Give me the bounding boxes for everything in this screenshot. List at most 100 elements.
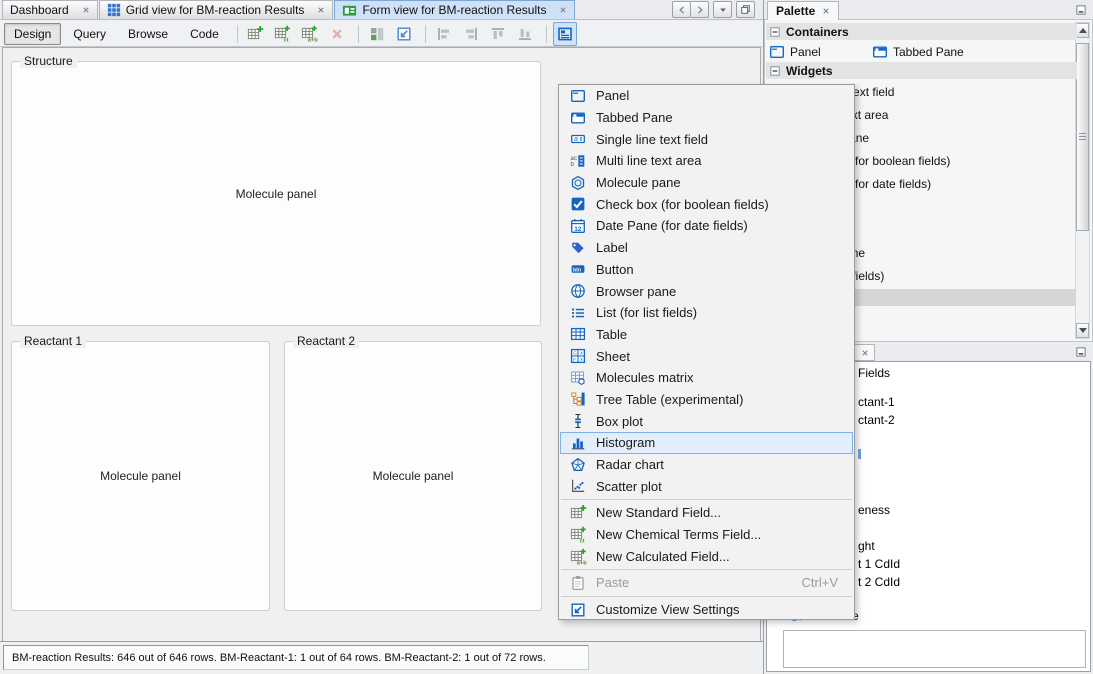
palette-item-tabbed-pane[interactable]: Tabbed Pane: [872, 41, 964, 62]
menu-item-label: Panel: [596, 88, 629, 103]
toolbar-button-query[interactable]: Query: [63, 23, 116, 45]
close-icon[interactable]: [861, 349, 869, 357]
scroll-up-button[interactable]: [1076, 23, 1089, 38]
toolbar-form-widget-button[interactable]: [553, 22, 577, 46]
tree-item-fragment[interactable]: t 2 CdId: [858, 575, 900, 589]
minimize-button[interactable]: [1074, 345, 1088, 359]
panel-placeholder-text: Molecule panel: [12, 342, 269, 610]
customize-view-settings-icon: [396, 26, 412, 42]
tab-scroll-buttons: [672, 1, 709, 18]
arrow-up-icon: [1079, 28, 1087, 33]
paste-icon: [569, 574, 587, 591]
menu-item-molecule-pane[interactable]: Molecule pane: [560, 172, 853, 194]
menu-separator: [561, 499, 852, 500]
close-icon[interactable]: [82, 6, 90, 14]
toolbar-separator: [546, 25, 547, 43]
form-view-icon: [342, 3, 357, 18]
menu-item-label: Box plot: [596, 414, 643, 429]
palette-section-widgets[interactable]: Widgets: [766, 62, 1077, 79]
palette-section-containers[interactable]: Containers: [766, 23, 1077, 40]
button-icon: btn: [569, 261, 587, 278]
palette-tab[interactable]: Palette: [767, 1, 839, 20]
tab-dashboard[interactable]: Dashboard: [2, 0, 98, 19]
restore-window-button[interactable]: [736, 1, 755, 18]
nav-forward-button[interactable]: [691, 1, 709, 18]
menu-item-tabbed-pane[interactable]: Tabbed Pane: [560, 107, 853, 129]
toolbar-delete-button[interactable]: [325, 22, 349, 46]
tree-item-fragment[interactable]: t 1 CdId: [858, 557, 900, 571]
molecule-panel-reactant-2[interactable]: Reactant 2Molecule panel: [284, 341, 542, 611]
tab-grid-view-for-bm-reaction-results[interactable]: Grid view for BM-reaction Results: [99, 0, 334, 19]
toolbar-button-design[interactable]: Design: [4, 23, 61, 45]
menu-item-label: Single line text field: [596, 132, 708, 147]
dropdown-button[interactable]: [713, 1, 732, 18]
tree-item-fragment[interactable]: ctant-2: [858, 413, 895, 427]
menu-item-new-chemical-terms-field[interactable]: ctNew Chemical Terms Field...: [560, 524, 853, 546]
tree-item-fragment[interactable]: eness: [858, 503, 890, 517]
menu-item-button[interactable]: btnButton: [560, 259, 853, 281]
menu-item-date-pane-for-date-fields[interactable]: 12Date Pane (for date fields): [560, 215, 853, 237]
toolbar-widget-grid-button[interactable]: [365, 22, 389, 46]
grid-view-icon: [107, 3, 121, 17]
toolbar-new-standard-field-button[interactable]: [244, 22, 268, 46]
toolbar-align-left-button[interactable]: [432, 22, 456, 46]
molecule-panel-structure[interactable]: StructureMolecule panel: [11, 61, 541, 326]
svg-text:ct: ct: [579, 539, 584, 543]
menu-item-list-for-list-fields[interactable]: List (for list fields): [560, 302, 853, 324]
palette-tab-label: Palette: [776, 4, 815, 18]
svg-text:ct: ct: [284, 38, 289, 42]
toolbar-button-code[interactable]: Code: [180, 23, 229, 45]
close-icon[interactable]: [822, 7, 830, 15]
align-bottom-icon: [517, 26, 533, 42]
menu-item-radar-chart[interactable]: Radar chart: [560, 454, 853, 476]
menu-item-panel[interactable]: Panel: [560, 85, 853, 107]
menu-item-check-box-for-boolean-fields[interactable]: Check box (for boolean fields): [560, 193, 853, 215]
close-icon[interactable]: [559, 6, 567, 14]
menu-item-molecules-matrix[interactable]: Molecules matrix: [560, 367, 853, 389]
tabbed-pane-icon: [569, 109, 587, 126]
collapse-icon[interactable]: [770, 27, 780, 37]
close-icon[interactable]: [317, 6, 325, 14]
scroll-down-button[interactable]: [1076, 323, 1089, 338]
menu-item-multi-line-text-area[interactable]: acbMulti line text area: [560, 150, 853, 172]
menu-item-label[interactable]: Label: [560, 237, 853, 259]
toolbar-separator: [358, 25, 359, 43]
molecules-matrix-icon: [569, 369, 587, 386]
menu-item-tree-table-experimental[interactable]: Tree Table (experimental): [560, 389, 853, 411]
menu-item-single-line-text-field[interactable]: aSingle line text field: [560, 128, 853, 150]
menu-item-customize-view-settings[interactable]: Customize View Settings: [560, 599, 853, 620]
minimize-button[interactable]: [1074, 3, 1088, 17]
menu-item-sheet[interactable]: GXFXSheet: [560, 345, 853, 367]
palette-item-panel[interactable]: Panel: [769, 41, 821, 62]
toolbar-customize-view-settings-button[interactable]: [392, 22, 416, 46]
toolbar-align-right-button[interactable]: [459, 22, 483, 46]
nav-back-button[interactable]: [672, 1, 691, 18]
toolbar-button-browse[interactable]: Browse: [118, 23, 178, 45]
scatter-plot-icon: [569, 478, 587, 495]
menu-item-label: Scatter plot: [596, 479, 662, 494]
menu-item-paste[interactable]: PasteCtrl+V: [560, 572, 853, 594]
tab-form-view-for-bm-reaction-results[interactable]: Form view for BM-reaction Results: [334, 0, 575, 19]
menu-item-table[interactable]: Table: [560, 324, 853, 346]
toolbar-new-calculated-field-button[interactable]: a+b: [298, 22, 322, 46]
toolbar-align-top-button[interactable]: [486, 22, 510, 46]
menu-item-browser-pane[interactable]: Browser pane: [560, 280, 853, 302]
menu-item-new-calculated-field[interactable]: a+bNew Calculated Field...: [560, 545, 853, 567]
menu-item-label: Molecule pane: [596, 175, 681, 190]
menu-item-box-plot[interactable]: Box plot: [560, 410, 853, 432]
tree-item-fragment[interactable]: Fields: [858, 366, 890, 380]
toolbar-align-bottom-button[interactable]: [513, 22, 537, 46]
menu-item-scatter-plot[interactable]: Scatter plot: [560, 475, 853, 497]
tree-item-fragment[interactable]: ctant-1: [858, 395, 895, 409]
design-toolbar: DesignQueryBrowseCode ct a+b: [0, 21, 763, 47]
menu-item-new-standard-field[interactable]: New Standard Field...: [560, 502, 853, 524]
molecule-panel-reactant-1[interactable]: Reactant 1Molecule panel: [11, 341, 270, 611]
status-message-box: BM-reaction Results: 646 out of 646 rows…: [3, 645, 589, 670]
palette-window-header: Palette: [764, 0, 1093, 20]
menu-item-histogram[interactable]: Histogram: [560, 432, 853, 454]
collapse-icon[interactable]: [770, 66, 780, 76]
section-label: Widgets: [786, 64, 833, 78]
check-box-icon: [569, 196, 587, 213]
toolbar-new-chemical-terms-field-button[interactable]: ct: [271, 22, 295, 46]
tree-item-fragment[interactable]: ght: [858, 539, 875, 553]
